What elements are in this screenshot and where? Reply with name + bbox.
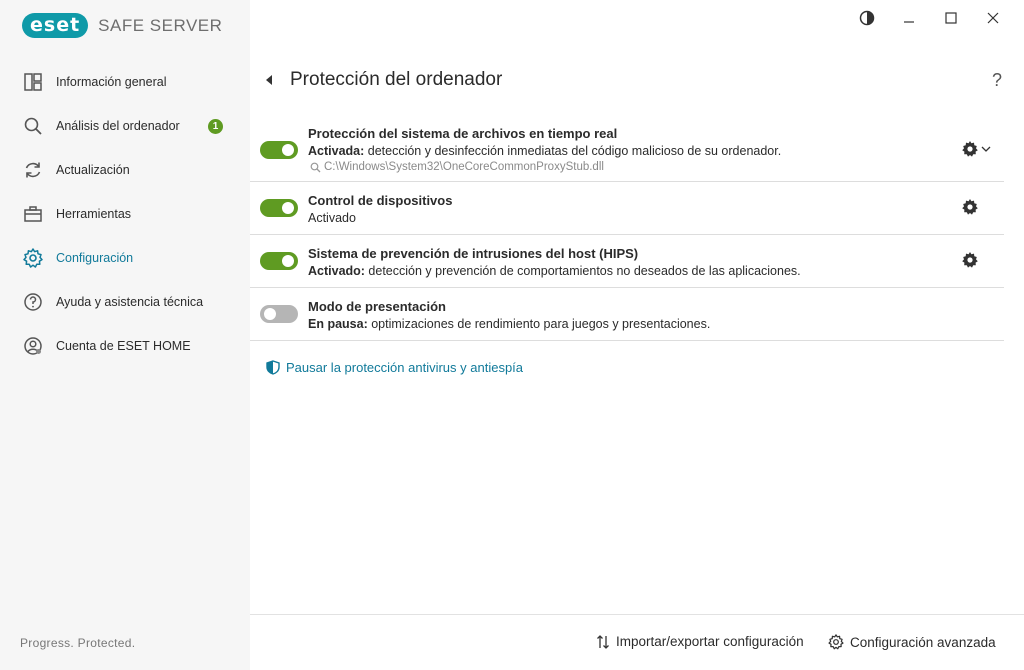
row-status: Activado (308, 211, 356, 225)
advanced-settings-label: Configuración avanzada (850, 634, 996, 650)
back-button[interactable] (262, 68, 276, 92)
row-description: Activado: detección y prevención de comp… (308, 264, 801, 278)
row-title: Sistema de prevención de intrusiones del… (308, 246, 639, 261)
list-item-device-control: Control de dispositivos Activado (250, 182, 1004, 235)
sidebar-item-label: Actualización (56, 163, 130, 177)
protection-list: Protección del sistema de archivos en ti… (250, 116, 1004, 341)
path-text: C:\Windows\System32\OneCoreCommonProxySt… (324, 161, 604, 173)
hips-settings-button[interactable] (960, 250, 980, 270)
sidebar-item-help[interactable]: Ayuda y asistencia técnica (0, 280, 250, 324)
sidebar-item-overview[interactable]: Información general (0, 60, 250, 104)
gear-icon (22, 247, 44, 269)
row-title: Protección del sistema de archivos en ti… (308, 126, 618, 141)
realtime-settings-button[interactable] (960, 139, 980, 159)
sidebar-item-scan[interactable]: Análisis del ordenador 1 (0, 104, 250, 148)
page-header: Protección del ordenador (262, 68, 502, 92)
row-description: En pausa: optimizaciones de rendimiento … (308, 317, 710, 331)
sidebar: eset SAFE SERVER Información general Aná… (0, 0, 250, 670)
gear-icon (962, 199, 978, 215)
scan-count-badge: 1 (208, 119, 223, 134)
gear-icon (828, 634, 844, 650)
sidebar-item-label: Herramientas (56, 207, 132, 221)
sidebar-item-label: Ayuda y asistencia técnica (56, 295, 204, 309)
sidebar-item-label: Análisis del ordenador (56, 119, 180, 133)
row-desc-text: detección y desinfección inmediatas del … (364, 144, 782, 158)
list-item-hips: Sistema de prevención de intrusiones del… (250, 235, 1004, 288)
advanced-settings-button[interactable]: Configuración avanzada (828, 634, 996, 650)
toggle-knob (264, 308, 276, 320)
account-icon (22, 335, 44, 357)
sidebar-item-label: Configuración (56, 251, 134, 265)
search-icon (310, 162, 321, 172)
device-control-settings-button[interactable] (960, 197, 980, 217)
realtime-protection-toggle[interactable] (260, 141, 298, 159)
gear-icon (962, 252, 978, 268)
logo-badge: eset (22, 13, 89, 38)
refresh-icon (22, 159, 44, 181)
pause-protection-link[interactable]: Pausar la protección antivirus y antiesp… (266, 360, 523, 375)
sidebar-item-tools[interactable]: Herramientas (0, 192, 250, 236)
bottom-toolbar: Importar/exportar configuración Configur… (250, 614, 1024, 670)
sidebar-item-label: Información general (56, 75, 167, 89)
row-status: Activado: (308, 264, 365, 278)
import-export-label: Importar/exportar configuración (616, 634, 804, 649)
presentation-mode-toggle[interactable] (260, 305, 298, 323)
search-icon (22, 115, 44, 137)
import-export-icon (597, 634, 609, 649)
dashboard-icon (22, 71, 44, 93)
row-title: Control de dispositivos (308, 193, 453, 208)
gear-icon (962, 141, 978, 157)
toggle-knob (282, 202, 294, 214)
help-icon (22, 291, 44, 313)
sidebar-item-label: Cuenta de ESET HOME (56, 339, 191, 353)
hips-toggle[interactable] (260, 252, 298, 270)
row-description: Activada: detección y desinfección inmed… (308, 144, 781, 158)
pause-link-text: Pausar la protección antivirus y antiesp… (286, 360, 524, 375)
logo-product-name: SAFE SERVER (98, 15, 223, 35)
list-item-presentation-mode: Modo de presentación En pausa: optimizac… (250, 288, 1004, 341)
back-arrow-icon (266, 75, 272, 85)
row-status: En pausa: (308, 317, 368, 331)
import-export-button[interactable]: Importar/exportar configuración (596, 634, 804, 649)
device-control-toggle[interactable] (260, 199, 298, 217)
list-item-realtime-protection: Protección del sistema de archivos en ti… (250, 116, 1004, 182)
shield-icon (266, 360, 280, 375)
slogan: Progress. Protected. (20, 636, 136, 650)
scanned-file-path: C:\Windows\System32\OneCoreCommonProxySt… (310, 161, 604, 173)
eset-logo: eset SAFE SERVER (22, 13, 222, 38)
toggle-knob (282, 144, 294, 156)
sidebar-nav: Información general Análisis del ordenad… (0, 60, 250, 368)
sidebar-item-account[interactable]: Cuenta de ESET HOME (0, 324, 250, 368)
expand-button[interactable] (980, 139, 992, 159)
page-title: Protección del ordenador (290, 69, 503, 90)
sidebar-item-update[interactable]: Actualización (0, 148, 250, 192)
row-status: Activada: (308, 144, 365, 158)
row-desc-text: detección y prevención de comportamiento… (364, 264, 801, 278)
chevron-down-icon (981, 146, 991, 152)
main-panel: Protección del ordenador ? Protección de… (250, 0, 1024, 670)
row-desc-text: optimizaciones de rendimiento para juego… (367, 317, 711, 331)
toolbox-icon (22, 203, 44, 225)
help-button[interactable]: ? (992, 70, 1002, 91)
row-title: Modo de presentación (308, 299, 446, 314)
sidebar-item-settings[interactable]: Configuración (0, 236, 250, 280)
row-description: Activado (308, 211, 356, 225)
toggle-knob (282, 255, 294, 267)
